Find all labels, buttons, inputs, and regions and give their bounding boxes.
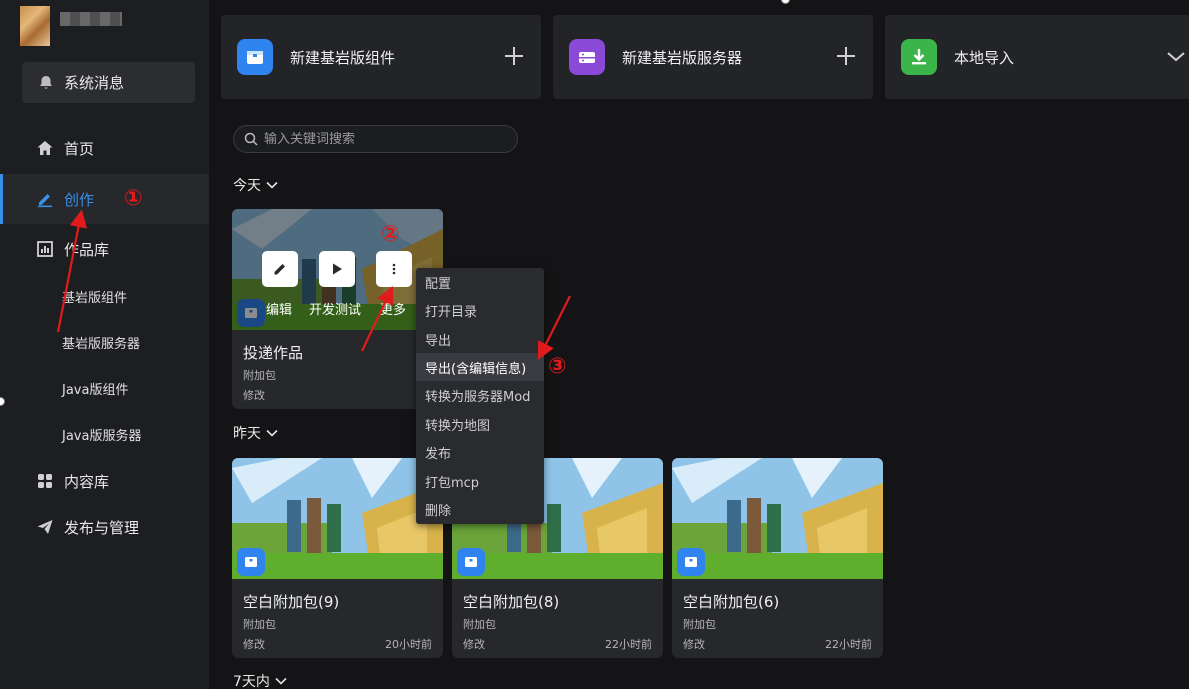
card-type: 附加包 xyxy=(683,618,716,631)
work-card-blank-6[interactable]: 空白附加包(6) 附加包 修改 22小时前 xyxy=(672,458,883,658)
sub-bedrock-component[interactable]: 基岩版组件 xyxy=(62,287,127,306)
sidebar: 系统消息 首页 创作 作品库 基岩版组件 基岩版服务器 Java版组件 Java… xyxy=(0,0,209,689)
chevron-down-icon xyxy=(266,181,278,189)
work-card-submission[interactable]: 编辑 开发测试 更多 投递作品 附加包 修改 刚 xyxy=(232,209,443,409)
card-modified-label: 修改 xyxy=(463,638,485,651)
menu-item-publish[interactable]: 发布 xyxy=(416,438,544,466)
card-type: 附加包 xyxy=(243,618,276,631)
plus-icon[interactable] xyxy=(835,45,857,67)
new-bedrock-component-label: 新建基岩版组件 xyxy=(290,48,396,67)
addon-icon xyxy=(457,548,485,576)
local-import-card[interactable]: 本地导入 xyxy=(885,15,1189,99)
annotation-step-2: ② xyxy=(381,222,400,247)
nav-create[interactable]: 创作 xyxy=(0,174,209,224)
menu-item-pack-mcp[interactable]: 打包mcp xyxy=(416,467,544,495)
nav-content[interactable]: 内容库 xyxy=(0,456,209,506)
card-title: 空白附加包(6) xyxy=(683,593,780,611)
grid-icon xyxy=(38,474,52,488)
pen-icon xyxy=(38,194,52,208)
card-type: 附加包 xyxy=(243,369,276,382)
work-card-blank-9[interactable]: 空白附加包(9) 附加包 修改 20小时前 xyxy=(232,458,443,658)
nav-create-label: 创作 xyxy=(64,190,95,209)
menu-item-convert-map[interactable]: 转换为地图 xyxy=(416,410,544,438)
plus-icon[interactable] xyxy=(503,45,525,67)
component-icon xyxy=(237,39,273,75)
local-import-label: 本地导入 xyxy=(954,48,1015,67)
section-week-label: 7天内 xyxy=(233,674,270,689)
card-modified-label: 修改 xyxy=(243,638,265,651)
addon-icon xyxy=(237,548,265,576)
search-bar xyxy=(233,125,518,153)
new-bedrock-server-label: 新建基岩版服务器 xyxy=(622,48,743,67)
search-input[interactable] xyxy=(264,131,504,147)
annotation-step-3: ③ xyxy=(548,354,567,379)
new-bedrock-component-card[interactable]: 新建基岩版组件 xyxy=(221,15,541,99)
menu-item-convert-server-mod[interactable]: 转换为服务器Mod xyxy=(416,381,544,409)
more-label: 更多 xyxy=(380,303,407,318)
pencil-icon xyxy=(274,264,285,275)
menu-item-export[interactable]: 导出 xyxy=(416,325,544,353)
section-yesterday-label: 昨天 xyxy=(233,426,261,442)
card-time: 22小时前 xyxy=(605,638,652,651)
dev-test-button[interactable] xyxy=(319,251,355,287)
download-icon xyxy=(901,39,937,75)
window-resize-handle[interactable] xyxy=(781,0,790,4)
addon-icon xyxy=(677,548,705,576)
annotation-step-1: ① xyxy=(124,186,143,211)
system-message-button[interactable]: 系统消息 xyxy=(22,62,195,103)
play-icon xyxy=(333,263,342,275)
card-modified-label: 修改 xyxy=(683,638,705,651)
dev-test-label: 开发测试 xyxy=(309,303,362,318)
nav-library-label: 作品库 xyxy=(64,240,110,259)
menu-item-open-directory[interactable]: 打开目录 xyxy=(416,296,544,324)
card-time: 22小时前 xyxy=(825,638,872,651)
section-week[interactable]: 7天内 xyxy=(233,671,287,689)
search-icon xyxy=(244,132,258,146)
sub-java-component[interactable]: Java版组件 xyxy=(62,379,128,398)
nav-content-label: 内容库 xyxy=(64,472,110,491)
sub-java-server[interactable]: Java版服务器 xyxy=(62,425,141,444)
more-vertical-icon xyxy=(392,263,396,275)
nav-home-label: 首页 xyxy=(64,139,95,158)
nav-publish-label: 发布与管理 xyxy=(64,518,140,537)
chevron-down-icon[interactable] xyxy=(1165,45,1187,67)
card-modified-label: 修改 xyxy=(243,389,265,402)
nav-home[interactable]: 首页 xyxy=(0,123,209,173)
send-icon xyxy=(37,520,53,534)
system-message-label: 系统消息 xyxy=(64,74,125,92)
sub-bedrock-server[interactable]: 基岩版服务器 xyxy=(62,333,140,352)
section-today[interactable]: 今天 xyxy=(233,175,278,195)
avatar[interactable] xyxy=(20,6,50,46)
menu-item-delete[interactable]: 删除 xyxy=(416,495,544,523)
bell-icon xyxy=(40,75,52,89)
edit-label: 编辑 xyxy=(266,303,293,318)
section-today-label: 今天 xyxy=(233,178,261,194)
card-title: 空白附加包(9) xyxy=(243,593,340,611)
card-time: 20小时前 xyxy=(385,638,432,651)
context-menu: 配置 打开目录 导出 导出(含编辑信息) 转换为服务器Mod 转换为地图 发布 … xyxy=(416,268,544,524)
nav-library[interactable]: 作品库 xyxy=(0,224,209,274)
server-icon xyxy=(569,39,605,75)
card-title: 空白附加包(8) xyxy=(463,593,560,611)
edit-button[interactable] xyxy=(262,251,298,287)
menu-item-configure[interactable]: 配置 xyxy=(416,268,544,296)
new-bedrock-server-card[interactable]: 新建基岩版服务器 xyxy=(553,15,873,99)
library-icon xyxy=(37,241,53,257)
section-yesterday[interactable]: 昨天 xyxy=(233,423,278,443)
chevron-down-icon xyxy=(266,429,278,437)
nav-publish[interactable]: 发布与管理 xyxy=(0,502,209,552)
username-blurred xyxy=(60,12,122,26)
home-icon xyxy=(37,141,53,155)
card-type: 附加包 xyxy=(463,618,496,631)
card-title: 投递作品 xyxy=(243,344,304,362)
chevron-down-icon xyxy=(275,677,287,685)
menu-item-export-with-edit-info[interactable]: 导出(含编辑信息) xyxy=(416,353,544,381)
more-button[interactable] xyxy=(376,251,412,287)
